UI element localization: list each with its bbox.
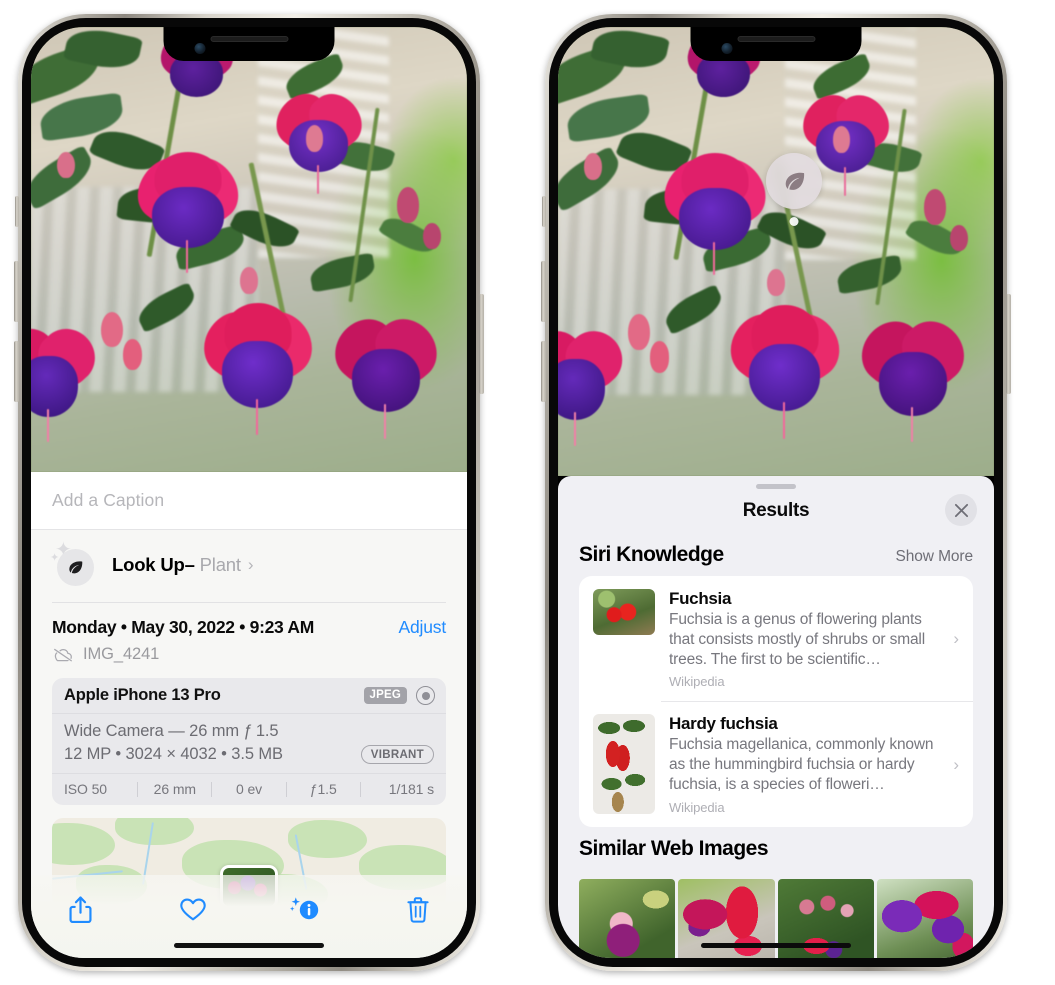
look-up-dash: – [184, 554, 195, 575]
mute-switch[interactable] [542, 196, 546, 227]
look-up-icon-wrap: ✦ ✦ [50, 540, 94, 586]
caption-field-row[interactable]: Add a Caption [31, 472, 467, 530]
exif-exposure-value: 0 ev [235, 781, 263, 797]
results-title: Results [742, 500, 810, 521]
section-title: Siri Knowledge [579, 543, 724, 566]
chevron-right-icon: › [247, 555, 254, 574]
visual-look-up-badge[interactable] [766, 153, 822, 226]
chevron-right-icon: › [953, 754, 959, 774]
exif-aperture: ƒ1.5 [309, 781, 337, 797]
front-camera-icon [721, 43, 733, 54]
photo-filename: IMG_4241 [83, 645, 160, 663]
aperture-icon [416, 686, 435, 705]
screenshot-root: Add a Caption ✦ ✦ Look Up– Plant › Monda… [0, 0, 1055, 985]
photo-date: Monday • May 30, 2022 • 9:23 AM [52, 617, 314, 637]
favorite-button[interactable] [171, 889, 215, 929]
siri-knowledge-card: Fuchsia Fuchsia is a genus of flowering … [579, 576, 973, 827]
look-up-row[interactable]: ✦ ✦ Look Up– Plant › [31, 530, 467, 602]
chevron-right-icon: › [953, 629, 959, 649]
power-button[interactable] [1006, 294, 1011, 394]
photo-viewer[interactable] [31, 27, 467, 472]
camera-card-body: Wide Camera — 26 mm ƒ 1.5 12 MP • 3024 ×… [52, 714, 446, 774]
volume-up-button[interactable] [14, 261, 19, 322]
adjust-button[interactable]: Adjust [399, 617, 447, 638]
delete-button[interactable] [396, 889, 440, 929]
exif-row: ISO 50 26 mm 0 ev ƒ1.5 1/181 s [52, 774, 446, 805]
section-title: Similar Web Images [579, 836, 769, 860]
photographic-style-badge: VIBRANT [360, 745, 434, 764]
device-notch [690, 27, 862, 61]
look-up-subject: Plant [199, 554, 241, 575]
results-header: Results [558, 489, 994, 533]
siri-knowledge-section-header: Siri Knowledge Show More [558, 533, 994, 576]
similar-web-images-section-header: Similar Web Images [558, 827, 994, 870]
caption-placeholder[interactable]: Add a Caption [52, 490, 164, 511]
front-camera-icon [194, 43, 206, 54]
camera-device-name: Apple iPhone 13 Pro [64, 686, 221, 704]
home-indicator[interactable] [174, 943, 324, 948]
similar-web-image-1[interactable] [579, 878, 676, 958]
volume-down-button[interactable] [14, 341, 19, 402]
result-description: Fuchsia is a genus of flowering plants t… [669, 611, 926, 668]
result-source: Wikipedia [669, 799, 725, 815]
results-sheet: Results Siri Knowledge Show More Fuchsia… [558, 476, 994, 958]
result-source: Wikipedia [669, 674, 725, 690]
photo-metadata: Monday • May 30, 2022 • 9:23 AM Adjust I… [31, 603, 467, 674]
look-up-label-group: Look Up– Plant [112, 554, 241, 576]
exif-focal-length: 26 mm [153, 781, 196, 797]
fuchsia-flowers-photo [558, 27, 994, 476]
power-button[interactable] [479, 294, 484, 394]
result-thumbnail [593, 589, 655, 635]
info-button[interactable] [283, 889, 327, 929]
left-phone-screen: Add a Caption ✦ ✦ Look Up– Plant › Monda… [31, 27, 467, 958]
file-format-badge: JPEG [363, 687, 407, 704]
share-button[interactable] [58, 889, 102, 929]
photo-viewer[interactable] [558, 27, 994, 476]
volume-up-button[interactable] [541, 261, 546, 322]
result-title: Hardy fuchsia [669, 714, 778, 734]
home-indicator[interactable] [701, 943, 851, 948]
camera-lens-line: Wide Camera — 26 mm ƒ 1.5 [64, 722, 279, 740]
camera-card-header: Apple iPhone 13 Pro JPEG [52, 678, 446, 714]
right-phone-device: Results Siri Knowledge Show More Fuchsia… [541, 14, 1011, 971]
right-phone-screen: Results Siri Knowledge Show More Fuchsia… [558, 27, 994, 958]
earpiece-speaker [737, 36, 815, 42]
fuchsia-flowers-photo [31, 27, 467, 472]
result-description: Fuchsia magellanica, commonly known as t… [669, 736, 934, 794]
list-item[interactable]: Hardy fuchsia Fuchsia magellanica, commo… [579, 701, 973, 826]
show-more-button[interactable]: Show More [896, 548, 974, 566]
icloud-slash-icon [52, 647, 74, 663]
exif-shutter-speed: 1/181 s [388, 781, 435, 797]
result-title: Fuchsia [669, 589, 732, 608]
look-up-label: Look Up [112, 554, 185, 575]
badge-anchor-dot [789, 217, 799, 226]
exif-iso: ISO 50 [64, 781, 107, 797]
leaf-icon [57, 549, 94, 586]
list-item[interactable]: Fuchsia Fuchsia is a genus of flowering … [579, 576, 973, 701]
left-phone-device: Add a Caption ✦ ✦ Look Up– Plant › Monda… [14, 14, 484, 971]
device-notch [163, 27, 335, 61]
close-button[interactable] [945, 494, 977, 526]
similar-web-image-4[interactable] [876, 878, 973, 958]
earpiece-speaker [210, 36, 288, 42]
camera-specs-line: 12 MP • 3024 × 4032 • 3.5 MB [64, 745, 283, 763]
mute-switch[interactable] [15, 196, 19, 227]
result-thumbnail [593, 714, 655, 815]
leaf-icon[interactable] [766, 153, 822, 209]
camera-info-card[interactable]: Apple iPhone 13 Pro JPEG Wide Camera — 2… [52, 678, 446, 805]
volume-down-button[interactable] [541, 341, 546, 402]
photo-info-sheet: Add a Caption ✦ ✦ Look Up– Plant › Monda… [31, 472, 467, 958]
